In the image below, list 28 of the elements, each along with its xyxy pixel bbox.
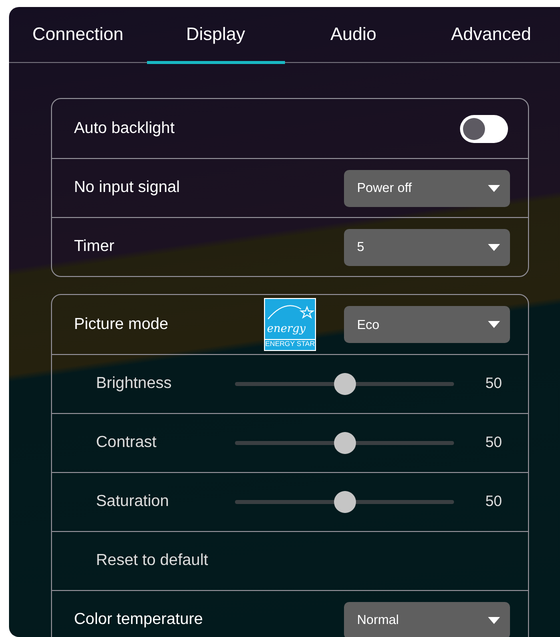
dropdown[interactable]: Eco <box>344 306 510 343</box>
dropdown[interactable]: 5 <box>344 228 510 266</box>
caret-icon <box>488 616 500 624</box>
setting-label: Timer <box>74 237 116 257</box>
tab[interactable]: Display <box>146 7 284 62</box>
tab[interactable]: Advanced <box>422 7 560 62</box>
slider-value: 50 <box>484 374 502 394</box>
caret-icon <box>488 321 500 328</box>
slider-value: 50 <box>484 432 502 453</box>
slider-thumb[interactable] <box>334 491 356 513</box>
dropdown[interactable]: Normal <box>344 602 510 637</box>
tab[interactable]: Connection <box>9 7 147 62</box>
slider-thumb[interactable] <box>334 373 356 395</box>
caret-icon <box>488 244 500 250</box>
slider-thumb[interactable] <box>334 432 356 454</box>
caret-icon <box>488 184 500 192</box>
dropdown[interactable]: Power off <box>344 170 510 206</box>
setting-label: Color temperature <box>74 610 204 630</box>
setting-label: Brightness <box>95 374 173 394</box>
setting-label: No input signal <box>74 178 181 198</box>
slider-value: 50 <box>484 492 502 512</box>
toggle-switch[interactable] <box>460 114 508 142</box>
setting-label: Auto backlight <box>74 118 176 138</box>
setting-label: Picture mode <box>74 314 170 334</box>
setting-label: Contrast <box>95 433 158 453</box>
tab[interactable]: Audio <box>284 7 422 62</box>
setting-label: Saturation <box>95 492 170 512</box>
reset-link[interactable]: Reset to default <box>74 549 510 573</box>
